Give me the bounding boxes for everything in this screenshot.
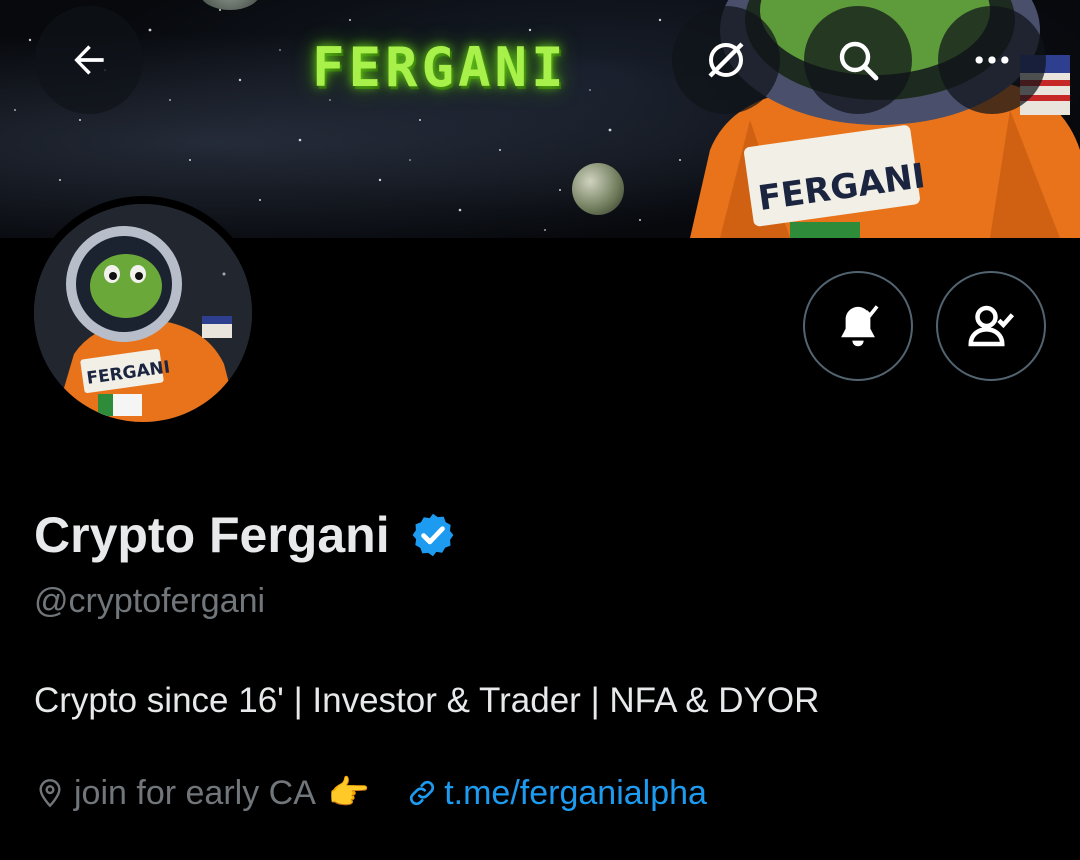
more-button[interactable] <box>938 6 1046 114</box>
profile-link-text[interactable]: t.me/ferganialpha <box>444 774 707 813</box>
bio: Crypto since 16' | Investor & Trader | N… <box>34 681 820 720</box>
handle: @cryptofergani <box>34 582 266 620</box>
more-icon <box>975 56 1009 64</box>
display-name-row: Crypto Fergani <box>34 506 458 564</box>
banner-title: FERGANI <box>312 36 568 99</box>
notifications-button[interactable] <box>803 271 913 381</box>
location-text: join for early CA <box>74 773 316 812</box>
search-icon <box>839 41 879 81</box>
link-icon <box>410 780 435 806</box>
location-pin-icon <box>39 779 61 808</box>
planet-small <box>572 163 624 215</box>
location: join for early CA 👉 <box>34 773 370 813</box>
pointing-hand-emoji: 👉 <box>327 774 371 812</box>
grok-icon <box>708 42 744 78</box>
verified-badge-icon <box>412 513 454 557</box>
arrow-left-icon <box>74 45 104 75</box>
back-button[interactable] <box>35 6 143 114</box>
grok-button[interactable] <box>672 6 780 114</box>
avatar-image: FERGANI <box>34 204 252 422</box>
profile-meta: join for early CA 👉 t.me/ferganialpha <box>34 768 707 818</box>
display-name: Crypto Fergani <box>34 507 390 563</box>
avatar[interactable]: FERGANI <box>26 196 260 430</box>
profile-link[interactable]: t.me/ferganialpha <box>406 774 707 813</box>
following-button[interactable] <box>936 271 1046 381</box>
bell-check-icon <box>841 305 879 347</box>
person-check-icon <box>968 305 1015 347</box>
search-button[interactable] <box>804 6 912 114</box>
